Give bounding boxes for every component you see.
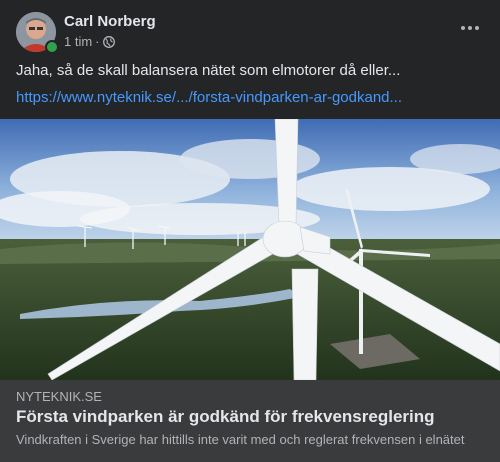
more-dot-icon [468,26,472,30]
more-dot-icon [475,26,479,30]
wind-turbine-photo [0,119,500,380]
preview-title: Första vindparken är godkänd för frekven… [16,407,435,426]
post-text: Jaha, så de skall balansera nätet som el… [16,62,401,79]
facebook-post: Carl Norberg 1 tim · Jaha, så de skall b… [0,0,500,462]
more-options-button[interactable] [456,18,484,38]
preview-domain: NYTEKNIK.SE [16,389,102,404]
post-link[interactable]: https://www.nyteknik.se/.../forsta-vindp… [16,89,402,106]
meta-separator: · [95,34,100,49]
online-status-indicator [45,40,59,54]
globe-icon[interactable] [102,35,115,48]
link-preview-image[interactable] [0,119,500,380]
post-meta: 1 tim · [64,34,115,49]
more-dot-icon [461,26,465,30]
author-name[interactable]: Carl Norberg [64,13,156,30]
post-time[interactable]: 1 tim [64,34,92,49]
post-header: Carl Norberg 1 tim · [16,12,484,54]
link-preview-card[interactable]: NYTEKNIK.SE Första vindparken är godkänd… [0,380,500,462]
preview-description: Vindkraften i Sverige har hittills inte … [16,432,465,447]
